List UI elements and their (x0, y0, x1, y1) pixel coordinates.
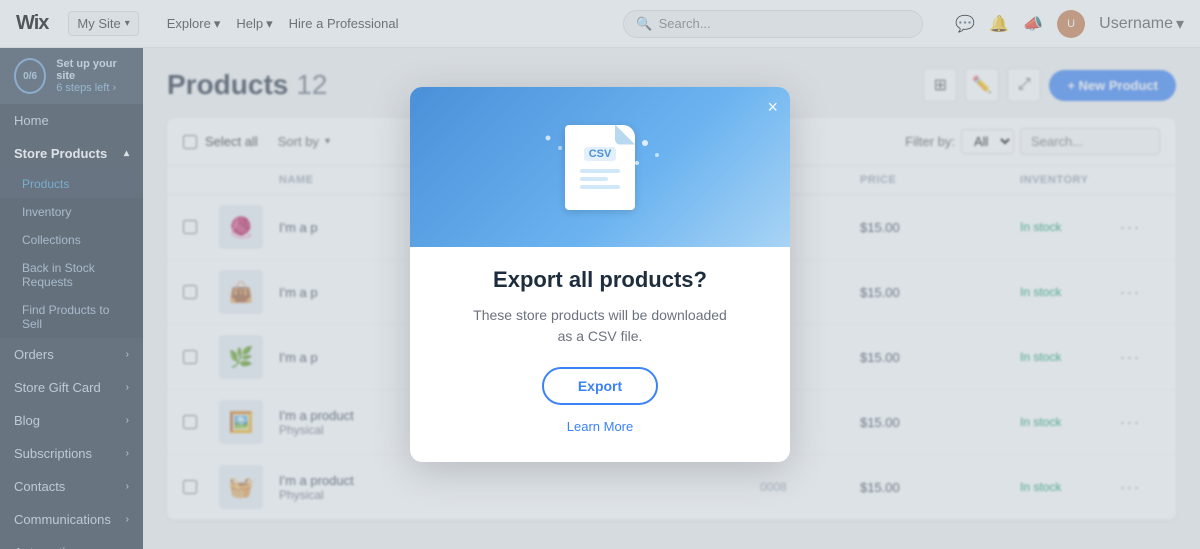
csv-line (580, 169, 620, 173)
csv-lines (580, 169, 620, 189)
learn-more-link[interactable]: Learn More (440, 419, 760, 434)
csv-line (580, 185, 620, 189)
export-modal: × CSV (410, 87, 790, 462)
modal-title: Export all products? (440, 267, 760, 293)
sparkle-decoration-left (540, 130, 570, 160)
modal-description: These store products will be downloadeda… (440, 305, 760, 347)
csv-line (580, 177, 608, 181)
export-button[interactable]: Export (542, 367, 658, 405)
modal-header-band: × CSV (410, 87, 790, 247)
csv-label: CSV (584, 147, 617, 161)
csv-icon-wrapper: CSV (565, 125, 635, 210)
sparkle-decoration (625, 135, 665, 175)
modal-overlay: × CSV (0, 0, 1200, 549)
modal-body: Export all products? These store product… (410, 247, 790, 462)
modal-close-button[interactable]: × (767, 97, 778, 118)
